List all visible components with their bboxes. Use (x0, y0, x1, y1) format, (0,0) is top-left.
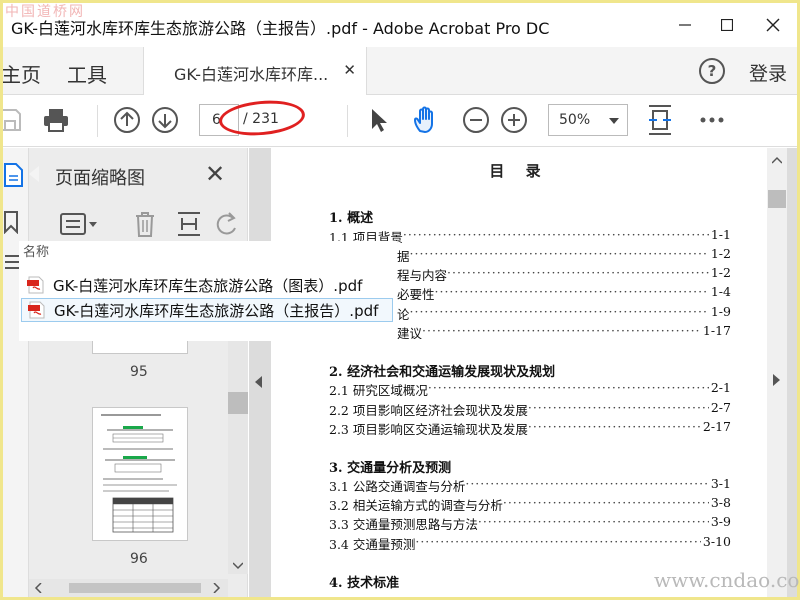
scroll-left-icon[interactable] (34, 583, 42, 593)
page-down-icon[interactable] (150, 105, 180, 135)
toc-entry[interactable]: 程与内容1-2 (397, 265, 731, 281)
tab-document[interactable]: GK-白莲河水库环库... ✕ (143, 47, 367, 95)
pdf-file-icon (28, 301, 46, 319)
tab-home[interactable]: 主页 (3, 59, 41, 88)
toc-entry[interactable]: 据1-2 (397, 246, 731, 262)
minimize-button[interactable] (663, 9, 707, 41)
thumbnail-tools (29, 204, 248, 244)
scroll-up-icon[interactable] (772, 156, 782, 164)
file-list-item-selected[interactable]: GK-白莲河水库环库生态旅游公路（主报告）.pdf (21, 298, 393, 322)
select-cursor-icon[interactable] (363, 105, 393, 135)
toc-entry[interactable]: 建议1-17 (397, 323, 731, 339)
toc-entry[interactable]: 2.1 研究区域概况2-1 (329, 380, 731, 396)
left-navigation (3, 148, 29, 597)
file-list-item[interactable]: GK-白莲河水库环库生态旅游公路（图表）.pdf (21, 273, 393, 297)
delete-page-icon[interactable] (133, 210, 157, 238)
login-button[interactable]: 登录 (749, 59, 787, 86)
panel-pointer-icon (29, 166, 39, 182)
hand-tool-icon[interactable] (411, 105, 441, 135)
toc-section-heading: 3. 交通量分析及预测 (329, 461, 452, 476)
close-panel-icon[interactable]: ✕ (205, 160, 225, 188)
pdf-file-icon (27, 276, 45, 294)
scroll-right-icon[interactable] (213, 583, 221, 593)
help-icon[interactable]: ? (699, 58, 725, 84)
acrobat-window: 中国道桥网 GK-白莲河水库环库生态旅游公路（主报告）.pdf - Adobe … (3, 3, 797, 597)
zoom-in-icon[interactable] (499, 105, 529, 135)
options-menu-icon[interactable] (59, 212, 99, 236)
tab-bar: 主页 工具 GK-白莲河水库环库... ✕ ? 登录 (3, 47, 797, 95)
thumbnail-horizontal-scrollbar[interactable] (29, 579, 228, 597)
document-page: 目 录 1. 概述 1.1 项目背景1-1 据1-2 程与内容1-2 必要性1-… (271, 148, 767, 597)
toc-entry[interactable]: 2.3 项目影响区交通运输现状及发展2-17 (329, 419, 731, 435)
title-bar: 中国道桥网 GK-白莲河水库环库生态旅游公路（主报告）.pdf - Adobe … (3, 3, 797, 47)
file-list-overlay: 名称 GK-白莲河水库环库生态旅游公路（图表）.pdf GK-白莲河水库环库生态… (19, 241, 397, 341)
chevron-down-icon (609, 118, 619, 124)
toc-section-heading: 4. 技术标准 (329, 576, 400, 591)
thumbnail-panel: 页面缩略图 ✕ 95 96 (29, 148, 248, 597)
page-thumbnail[interactable] (92, 407, 188, 541)
toc-entry[interactable]: 3.2 相关运输方式的调查与分析3-8 (329, 495, 731, 511)
toc-title: 目 录 (489, 162, 549, 180)
scrollbar-thumb[interactable] (768, 190, 786, 208)
document-vertical-scrollbar[interactable] (767, 148, 787, 597)
print-icon[interactable] (41, 105, 71, 135)
toc-section-heading: 2. 经济社会和交通运输发展现状及规划 (329, 365, 556, 380)
close-button[interactable] (751, 9, 795, 41)
expand-right-panel-icon[interactable] (773, 374, 780, 386)
window-title: GK-白莲河水库环库生态旅游公路（主报告）.pdf - Adobe Acroba… (11, 19, 550, 38)
close-icon (766, 18, 780, 32)
scrollbar-thumb[interactable] (228, 392, 248, 414)
close-tab-icon[interactable]: ✕ (343, 61, 356, 79)
collapse-panel-icon[interactable] (255, 376, 262, 388)
save-icon[interactable] (3, 105, 25, 135)
toc-entry[interactable]: 3.3 交通量预测思路与方法3-9 (329, 514, 731, 530)
toolbar-divider (97, 105, 98, 137)
toc-entry[interactable]: 2.2 项目影响区经济社会现状及发展2-7 (329, 400, 731, 416)
page-up-icon[interactable] (112, 105, 142, 135)
thumbnail-panel-title: 页面缩略图 (55, 168, 145, 189)
page-thumbnails-icon[interactable] (3, 162, 25, 188)
page-thumbnail-number: 96 (130, 551, 148, 567)
rotate-page-icon[interactable] (215, 210, 239, 238)
file-list-header: 名称 (23, 245, 50, 260)
insert-page-icon[interactable] (175, 210, 203, 238)
minimize-icon (679, 24, 691, 26)
toolbar-divider (347, 105, 348, 137)
watermark-bottom: www.cndao.com (654, 568, 800, 592)
toc-entry[interactable]: 3.4 交通量预测3-10 (329, 534, 731, 550)
bookmark-icon[interactable] (3, 210, 23, 234)
maximize-button[interactable] (705, 9, 749, 41)
tab-tools[interactable]: 工具 (67, 59, 107, 88)
document-tab-label: GK-白莲河水库环库... (174, 65, 329, 84)
toc-entry[interactable]: 论1-9 (397, 304, 731, 320)
document-view: 目 录 1. 概述 1.1 项目背景1-1 据1-2 程与内容1-2 必要性1-… (249, 148, 797, 597)
zoom-out-icon[interactable] (461, 105, 491, 135)
page-preview-drawing (101, 414, 177, 533)
page-thumbnail-number: 95 (130, 364, 148, 380)
more-tools-icon[interactable] (697, 105, 727, 135)
thumbnail-panel-header: 页面缩略图 ✕ (29, 148, 248, 200)
scroll-down-icon[interactable] (233, 562, 243, 570)
file-name: GK-白莲河水库环库生态旅游公路（主报告）.pdf (54, 301, 379, 320)
zoom-level-value: 50% (559, 112, 591, 128)
toc-entry[interactable]: 必要性1-4 (397, 284, 731, 300)
scrollbar-thumb[interactable] (69, 583, 201, 593)
toc-section-heading: 1. 概述 (329, 211, 374, 226)
zoom-level-select[interactable]: 50% (548, 104, 628, 136)
toc-entry[interactable]: 3.1 公路交通调查与分析3-1 (329, 476, 731, 492)
toolbar: 6 / 231 50% (3, 95, 797, 147)
fit-page-icon[interactable] (645, 105, 675, 135)
maximize-icon (721, 19, 733, 31)
file-name: GK-白莲河水库环库生态旅游公路（图表）.pdf (53, 276, 363, 295)
